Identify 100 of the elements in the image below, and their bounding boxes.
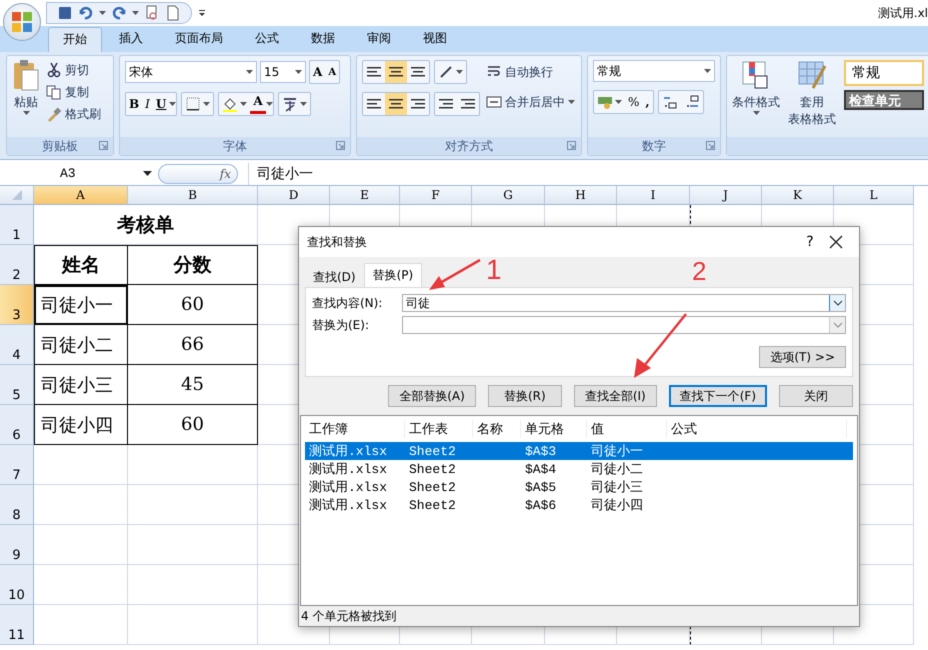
- bold-button[interactable]: B: [126, 93, 142, 115]
- wrap-text-button[interactable]: 自动换行: [486, 62, 575, 82]
- underline-button[interactable]: U: [152, 93, 170, 115]
- table-cell[interactable]: 45: [128, 365, 258, 405]
- row-header[interactable]: 1: [0, 205, 34, 245]
- percent-button[interactable]: %: [625, 91, 642, 113]
- column-header[interactable]: D: [258, 186, 330, 205]
- table-cell[interactable]: 司徒小一: [34, 285, 128, 325]
- formula-input[interactable]: 司徒小一: [248, 162, 313, 184]
- row-header[interactable]: 10: [0, 565, 34, 605]
- customize-toolbar-icon[interactable]: [198, 9, 206, 17]
- align-top-icon[interactable]: [366, 65, 382, 79]
- shrink-font-button[interactable]: A: [325, 61, 340, 83]
- column-header[interactable]: K: [762, 186, 834, 205]
- column-header[interactable]: L: [834, 186, 914, 205]
- table-cell[interactable]: 66: [128, 325, 258, 365]
- column-header[interactable]: A: [34, 186, 128, 205]
- table-cell[interactable]: 司徒小四: [34, 405, 128, 445]
- row-header[interactable]: 3: [0, 285, 34, 325]
- row-header[interactable]: 6: [0, 405, 34, 445]
- dialog-button[interactable]: 关闭: [779, 385, 853, 407]
- dialog-launcher-icon[interactable]: [336, 141, 345, 150]
- dialog-button[interactable]: 全部替换(A): [388, 385, 476, 407]
- result-row[interactable]: 测试用.xlsx Sheet2 $A$5 司徒小三: [305, 478, 853, 496]
- dialog-tab[interactable]: 查找(D): [305, 266, 364, 287]
- row-header[interactable]: 2: [0, 245, 34, 285]
- ribbon-tab[interactable]: 公式: [240, 26, 294, 52]
- table-cell[interactable]: 60: [128, 405, 258, 445]
- column-header[interactable]: J: [690, 186, 762, 205]
- close-icon[interactable]: [829, 235, 843, 249]
- ribbon-tab[interactable]: 页面布局: [160, 26, 238, 52]
- dialog-button[interactable]: 查找全部(I): [574, 385, 657, 407]
- ribbon-tab[interactable]: 插入: [104, 26, 158, 52]
- cell-style-normal[interactable]: 常规: [844, 60, 924, 86]
- row-header[interactable]: 7: [0, 445, 34, 485]
- table-cell[interactable]: 司徒小三: [34, 365, 128, 405]
- cut-button[interactable]: 剪切: [46, 60, 101, 80]
- find-field[interactable]: 司徒: [402, 294, 846, 312]
- row-header[interactable]: 5: [0, 365, 34, 405]
- number-format-field[interactable]: 常规: [593, 60, 715, 82]
- ribbon-tab[interactable]: 审阅: [352, 26, 406, 52]
- replace-field[interactable]: [402, 316, 846, 334]
- format-as-table-button[interactable]: 套用 表格格式: [788, 60, 836, 137]
- dialog-button[interactable]: 查找下一个(F): [668, 385, 767, 407]
- ribbon-tab[interactable]: 视图: [408, 26, 462, 52]
- column-header[interactable]: I: [617, 186, 690, 205]
- row-header[interactable]: 8: [0, 485, 34, 525]
- row-header[interactable]: 9: [0, 525, 34, 565]
- result-row[interactable]: 测试用.xlsx Sheet2 $A$6 司徒小四: [305, 496, 853, 514]
- dialog-tab[interactable]: 替换(P): [364, 263, 422, 287]
- conditional-formatting-button[interactable]: 条件格式: [732, 60, 780, 137]
- row-header[interactable]: 11: [0, 605, 34, 645]
- dialog-launcher-icon[interactable]: [706, 141, 715, 150]
- grid-cell[interactable]: [34, 605, 128, 645]
- table-cell[interactable]: 司徒小二: [34, 325, 128, 365]
- help-button[interactable]: ?: [799, 234, 821, 250]
- result-row[interactable]: 测试用.xlsx Sheet2 $A$3 司徒小一: [305, 442, 853, 460]
- dialog-button[interactable]: 替换(R): [488, 385, 562, 407]
- decrease-indent-icon[interactable]: [438, 97, 454, 111]
- column-header[interactable]: E: [330, 186, 400, 205]
- align-left-icon[interactable]: [366, 97, 382, 111]
- column-header[interactable]: G: [472, 186, 545, 205]
- align-bottom-icon[interactable]: [410, 65, 426, 79]
- name-box[interactable]: A3: [0, 162, 158, 184]
- table-cell[interactable]: 60: [128, 285, 258, 325]
- grow-font-button[interactable]: A: [310, 61, 326, 83]
- dialog-launcher-icon[interactable]: [567, 141, 576, 150]
- dialog-launcher-icon[interactable]: [99, 141, 108, 150]
- ribbon-tab[interactable]: 数据: [296, 26, 350, 52]
- grid-cell[interactable]: [34, 485, 128, 525]
- italic-button[interactable]: I: [142, 93, 153, 115]
- grid-cell[interactable]: [34, 565, 128, 605]
- comma-button[interactable]: ,: [642, 91, 653, 113]
- font-name-field[interactable]: 宋体: [125, 61, 257, 83]
- align-center-icon[interactable]: [388, 97, 404, 111]
- cell-style-check[interactable]: 检查单元: [844, 90, 924, 110]
- options-button[interactable]: 选项(T) >>: [759, 346, 846, 368]
- grid-cell[interactable]: [128, 565, 258, 605]
- increase-indent-icon[interactable]: [460, 97, 476, 111]
- select-all-button[interactable]: [0, 186, 34, 205]
- format-painter-button[interactable]: 格式刷: [46, 104, 101, 124]
- font-size-field[interactable]: 15: [260, 61, 306, 83]
- ribbon-tab[interactable]: 开始: [48, 27, 102, 52]
- grid-cell[interactable]: [128, 485, 258, 525]
- align-right-icon[interactable]: [410, 97, 426, 111]
- grid-cell[interactable]: [34, 525, 128, 565]
- result-row[interactable]: 测试用.xlsx Sheet2 $A$4 司徒小二: [305, 460, 853, 478]
- row-header[interactable]: 4: [0, 325, 34, 365]
- insert-function-button[interactable]: fx: [158, 164, 238, 184]
- grid-cell[interactable]: [128, 605, 258, 645]
- column-header[interactable]: F: [400, 186, 472, 205]
- merge-center-button[interactable]: 合并后居中: [486, 92, 575, 112]
- caret-icon[interactable]: [143, 171, 152, 176]
- grid-cell[interactable]: [128, 525, 258, 565]
- paste-button[interactable]: 粘贴: [12, 60, 40, 137]
- column-header[interactable]: H: [545, 186, 617, 205]
- grid-cell[interactable]: [34, 445, 128, 485]
- align-middle-icon[interactable]: [388, 65, 404, 79]
- column-header[interactable]: B: [128, 186, 258, 205]
- grid-cell[interactable]: [128, 445, 258, 485]
